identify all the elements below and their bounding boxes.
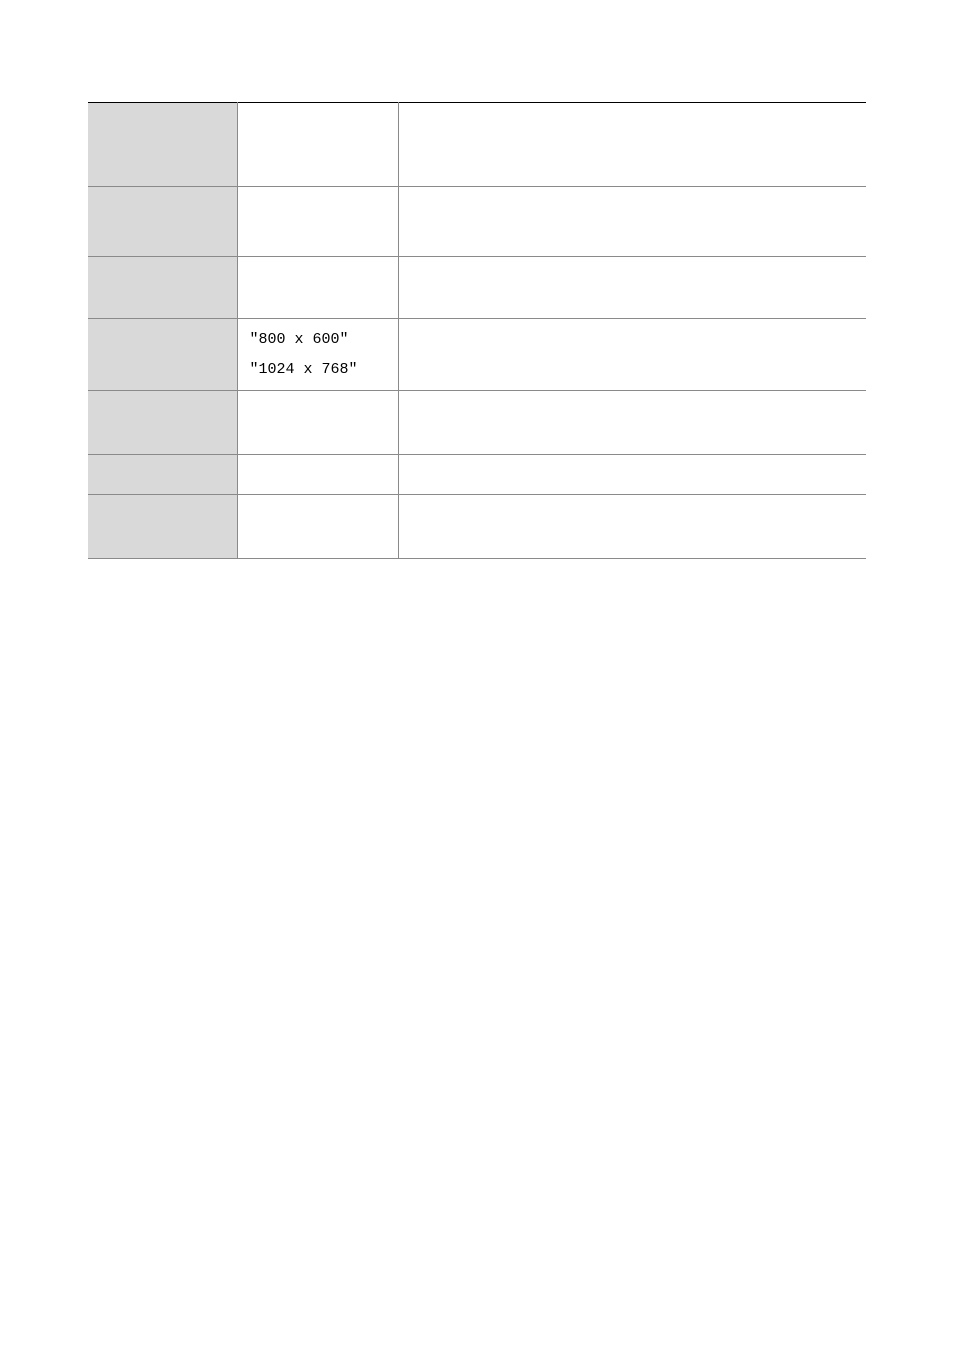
row-7-col-3 [398,495,866,559]
row-5-col-1 [88,391,237,455]
table-row [88,455,866,495]
row-4-col-1 [88,319,237,391]
row-6-col-2 [237,455,398,495]
resolution-value-1: "800 x 600" [250,331,349,348]
row-4-col-2: "800 x 600" "1024 x 768" [237,319,398,391]
resolution-value-2: "1024 x 768" [250,361,358,378]
row-3-col-2 [237,257,398,319]
row-5-col-3 [398,391,866,455]
table: "800 x 600" "1024 x 768" [88,102,866,559]
table-row [88,257,866,319]
row-6-col-3 [398,455,866,495]
attribute-table: "800 x 600" "1024 x 768" [88,102,866,559]
table-row [88,187,866,257]
table-row [88,495,866,559]
row-2-col-1 [88,187,237,257]
row-6-col-1 [88,455,237,495]
row-7-col-2 [237,495,398,559]
row-2-col-2 [237,187,398,257]
row-5-col-2 [237,391,398,455]
row-1-col-3 [398,103,866,187]
table-row [88,391,866,455]
row-4-col-3 [398,319,866,391]
row-3-col-3 [398,257,866,319]
row-1-col-1 [88,103,237,187]
row-3-col-1 [88,257,237,319]
table-row [88,103,866,187]
row-1-col-2 [237,103,398,187]
row-7-col-1 [88,495,237,559]
row-2-col-3 [398,187,866,257]
table-row: "800 x 600" "1024 x 768" [88,319,866,391]
